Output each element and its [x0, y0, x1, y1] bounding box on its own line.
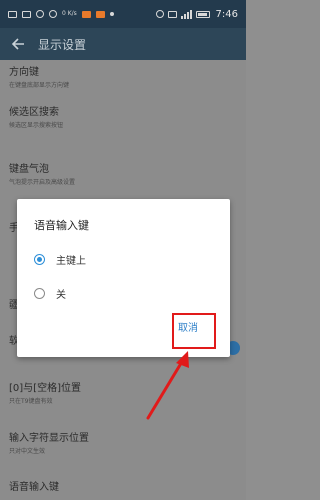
voice-key-dialog: 语音输入键 主键上 关 取消 [17, 199, 230, 357]
setting-voice-key[interactable]: 语音输入键 [9, 478, 237, 493]
highlight-annotation-box [172, 313, 216, 349]
battery-icon [195, 10, 210, 18]
more-notifications-icon [109, 12, 114, 16]
alarm-icon [155, 10, 164, 18]
status-time: 7:46 [215, 8, 238, 20]
message-icon [8, 10, 17, 18]
app-notification-icon-2 [95, 10, 105, 18]
app-notification-icon [81, 10, 91, 18]
setting-space-position[interactable]: [0]与[空格]位置 只在T9键盘有效 [9, 379, 237, 405]
setting-subtitle: 只在T9键盘有效 [9, 398, 53, 405]
page-title: 显示设置 [38, 37, 87, 52]
notification-icon [36, 10, 44, 18]
option-off[interactable]: 关 [34, 286, 66, 301]
option-label: 关 [56, 290, 66, 301]
setting-title: 输入字符显示位置 [9, 433, 89, 444]
option-label: 主键上 [56, 256, 86, 267]
wifi-icon [167, 10, 177, 18]
option-main-key[interactable]: 主键上 [34, 252, 86, 267]
signal-icon [180, 9, 192, 19]
setting-input-char-position[interactable]: 输入字符显示位置 只对中文生效 [9, 429, 237, 455]
radio-unselected-icon[interactable] [34, 288, 45, 299]
app-bar: 显示设置 [0, 28, 246, 60]
network-speed: 0 K/s [62, 10, 77, 17]
setting-title: 方向键 [9, 67, 39, 78]
back-arrow-icon[interactable] [8, 34, 28, 54]
setting-subtitle: 只对中文生效 [9, 448, 46, 455]
radio-selected-icon[interactable] [34, 254, 45, 265]
setting-title: 语音输入键 [9, 482, 59, 493]
setting-key-bubble[interactable]: 键盘气泡 气泡提示开启及高级设置 [9, 160, 237, 186]
setting-title: [0]与[空格]位置 [9, 383, 81, 394]
status-bar: 0 K/s 7:46 [0, 0, 246, 28]
setting-title: 候选区搜索 [9, 107, 59, 118]
setting-direction-keys[interactable]: 方向键 在键盘底部显示方向键 [9, 63, 237, 89]
setting-subtitle: 在键盘底部显示方向键 [9, 82, 70, 89]
download-icon [49, 10, 57, 18]
dialog-title: 语音输入键 [34, 219, 89, 232]
setting-candidate-search[interactable]: 候选区搜索 候选区显示搜索按钮 [9, 103, 237, 129]
setting-subtitle: 候选区显示搜索按钮 [9, 122, 64, 129]
setting-subtitle: 气泡提示开启及高级设置 [9, 179, 76, 186]
setting-title: 键盘气泡 [9, 164, 49, 175]
image-icon [22, 10, 31, 18]
